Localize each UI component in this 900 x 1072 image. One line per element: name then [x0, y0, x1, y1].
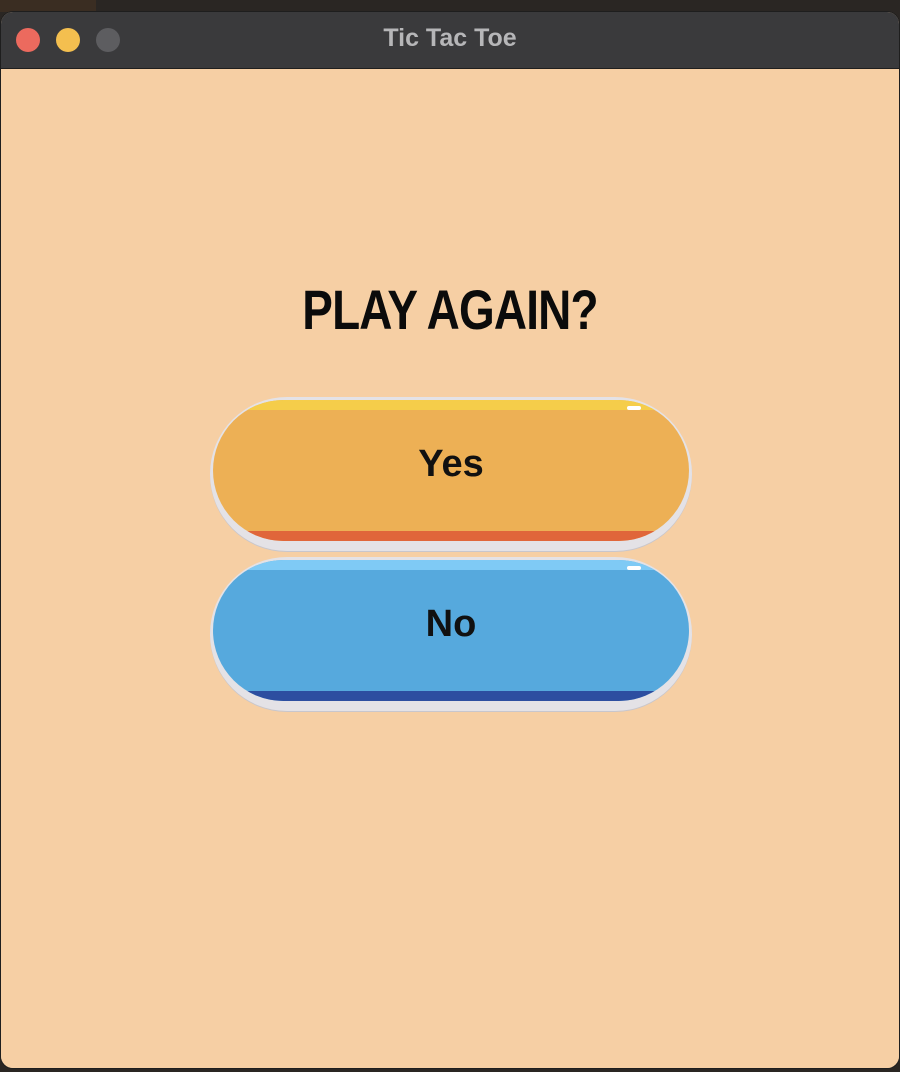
no-button-label: No	[425, 603, 477, 645]
play-again-heading: PLAY AGAIN?	[302, 278, 598, 341]
app-window: Tic Tac Toe PLAY AGAIN? Yes No	[1, 12, 899, 1068]
desktop-background	[0, 0, 96, 12]
no-button-shadow	[213, 691, 689, 701]
no-button[interactable]: No	[210, 557, 692, 711]
yes-button-shadow	[213, 531, 689, 541]
game-screen: PLAY AGAIN? Yes No	[1, 69, 899, 1068]
yes-button[interactable]: Yes	[210, 397, 692, 551]
no-button-highlight	[213, 560, 689, 570]
yes-button-highlight	[213, 400, 689, 410]
title-bar[interactable]: Tic Tac Toe	[1, 12, 899, 69]
window-title: Tic Tac Toe	[383, 24, 517, 52]
no-button-shine	[627, 566, 641, 570]
yes-button-shine	[627, 406, 641, 410]
yes-button-label: Yes	[418, 443, 484, 485]
